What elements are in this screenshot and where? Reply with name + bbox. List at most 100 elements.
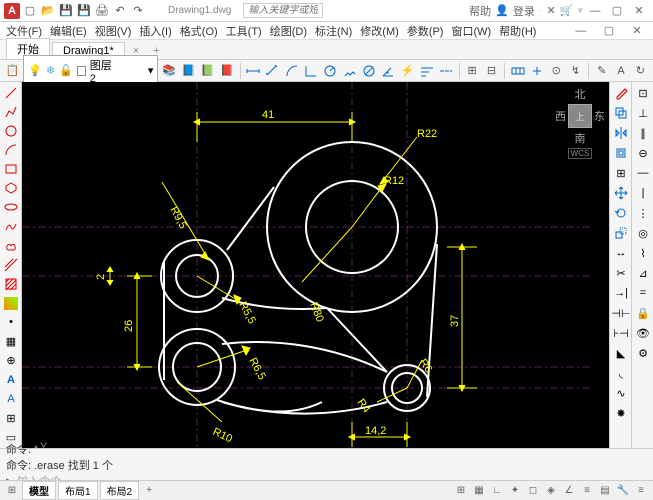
layer-tool-4[interactable]: 📕 [218,62,235,80]
table-tool[interactable]: ⊞ [2,410,20,427]
doc-restore[interactable]: ▢ [599,24,619,37]
spline-tool[interactable] [2,218,20,235]
block-tool[interactable]: ▦ [2,333,20,350]
menu-edit[interactable]: 编辑(E) [50,23,87,39]
menu-dimension[interactable]: 标注(N) [315,23,352,39]
compass-e[interactable]: 东 [594,108,605,124]
constraint-show[interactable]: 👁 [634,324,652,342]
compass-n[interactable]: 北 [555,86,605,102]
dim-space-icon[interactable]: ⊞ [464,62,481,80]
doc-minimize[interactable]: — [571,25,591,37]
constraint-collinear[interactable]: ⋮ [634,204,652,222]
status-polar[interactable]: ✦ [507,483,523,499]
rectangle-tool[interactable] [2,161,20,178]
help-link[interactable]: 帮助 [469,3,491,19]
rotate-tool[interactable] [612,204,630,222]
menu-modify[interactable]: 修改(M) [360,23,399,39]
status-snap[interactable]: ▦ [471,483,487,499]
dim-arc-icon[interactable] [283,62,300,80]
dim-aligned-icon[interactable] [264,62,281,80]
explode-tool[interactable]: ✸ [612,404,630,422]
blend-tool[interactable]: ∿ [612,384,630,402]
inspection-icon[interactable]: ⊙ [548,62,565,80]
dim-angular-icon[interactable] [379,62,396,80]
dim-linear-icon[interactable] [244,62,261,80]
arc-tool[interactable] [2,141,20,158]
constraint-smooth[interactable]: ⌇ [634,244,652,262]
polyline-tool[interactable] [2,103,20,120]
dim-diameter-icon[interactable] [360,62,377,80]
dim-radius-icon[interactable] [322,62,339,80]
menu-file[interactable]: 文件(F) [6,23,42,39]
compass-w[interactable]: 西 [555,108,566,124]
close-button[interactable]: ✕ [629,4,649,17]
constraint-horizontal[interactable]: — [634,164,652,182]
dim-text-edit-icon[interactable]: A [612,62,629,80]
menu-draw[interactable]: 绘图(D) [270,23,307,39]
undo-icon[interactable]: ↶ [112,3,128,19]
constraint-fix[interactable]: 🔒 [634,304,652,322]
open-icon[interactable]: 📂 [40,3,56,19]
circle-tool[interactable] [2,122,20,139]
hatch-tool[interactable] [2,275,20,292]
menu-tools[interactable]: 工具(T) [226,23,262,39]
constraint-equal[interactable]: = [634,284,652,302]
offset-tool[interactable] [612,144,630,162]
menu-format[interactable]: 格式(O) [180,23,218,39]
constraint-auto[interactable]: ⚙ [634,344,652,362]
status-lw[interactable]: ≡ [579,483,595,499]
constraint-parallel[interactable]: ∥ [634,124,652,142]
menu-help[interactable]: 帮助(H) [499,23,536,39]
layer-tool-3[interactable]: 📗 [199,62,216,80]
status-menu[interactable]: ≡ [633,483,649,499]
move-tool[interactable] [612,184,630,202]
dim-break-icon[interactable]: ⊟ [483,62,500,80]
new-icon[interactable]: ▢ [22,3,38,19]
layer-tool-1[interactable]: 📚 [160,62,177,80]
layout-grid-icon[interactable]: ⊞ [4,483,20,499]
save-icon[interactable]: 💾 [58,3,74,19]
gradient-tool[interactable] [4,297,18,310]
dim-edit-icon[interactable]: ✎ [593,62,610,80]
chamfer-tool[interactable]: ◣ [612,344,630,362]
fillet-tool[interactable]: ◟ [612,364,630,382]
view-cube[interactable]: 北 西 上 东 南 WCS [555,86,605,159]
compass-s[interactable]: 南 [555,130,605,146]
status-qp[interactable]: 🔧 [615,483,631,499]
login-link[interactable]: 登录 [513,3,535,19]
jogged-linear-icon[interactable]: ↯ [567,62,584,80]
extend-tool[interactable]: →| [612,284,630,302]
cart-icon[interactable]: 🛒 [560,4,574,17]
dim-update-icon[interactable]: ↻ [632,62,649,80]
constraint-perpendicular[interactable]: ⊥ [634,104,652,122]
scale-tool[interactable] [612,224,630,242]
layer-props-icon[interactable]: 📋 [4,62,21,80]
status-transparency[interactable]: ▤ [597,483,613,499]
layer-tool-2[interactable]: 📘 [180,62,197,80]
tab-add-layout[interactable]: + [141,483,157,499]
trim-tool[interactable]: ✂ [612,264,630,282]
dim-continue-icon[interactable] [437,62,454,80]
menu-insert[interactable]: 插入(I) [139,23,171,39]
array-tool[interactable]: ⊞ [612,164,630,182]
menu-window[interactable]: 窗口(W) [451,23,491,39]
exchange-icon[interactable]: ✕ [547,4,556,17]
tab-layout2[interactable]: 布局2 [100,481,140,500]
mirror-tool[interactable] [612,124,630,142]
search-input[interactable] [243,3,323,18]
app-logo[interactable]: A [4,3,20,19]
center-mark-icon[interactable] [528,62,545,80]
dim-jogged-icon[interactable] [341,62,358,80]
wcs-label[interactable]: WCS [568,148,593,159]
text-tool[interactable]: A [2,371,20,388]
tolerance-icon[interactable] [509,62,526,80]
saveas-icon[interactable]: 💾 [76,3,92,19]
dim-ordinate-icon[interactable] [302,62,319,80]
user-icon[interactable]: 👤 [495,4,509,17]
maximize-button[interactable]: ▢ [607,4,627,17]
cube-top[interactable]: 上 [568,104,592,128]
command-line[interactable]: 命令: 命令: .erase 找到 1 个 ▹ 输入命令 [0,448,653,480]
minimize-button[interactable]: — [585,5,605,17]
polygon-tool[interactable] [2,180,20,197]
redo-icon[interactable]: ↷ [130,3,146,19]
